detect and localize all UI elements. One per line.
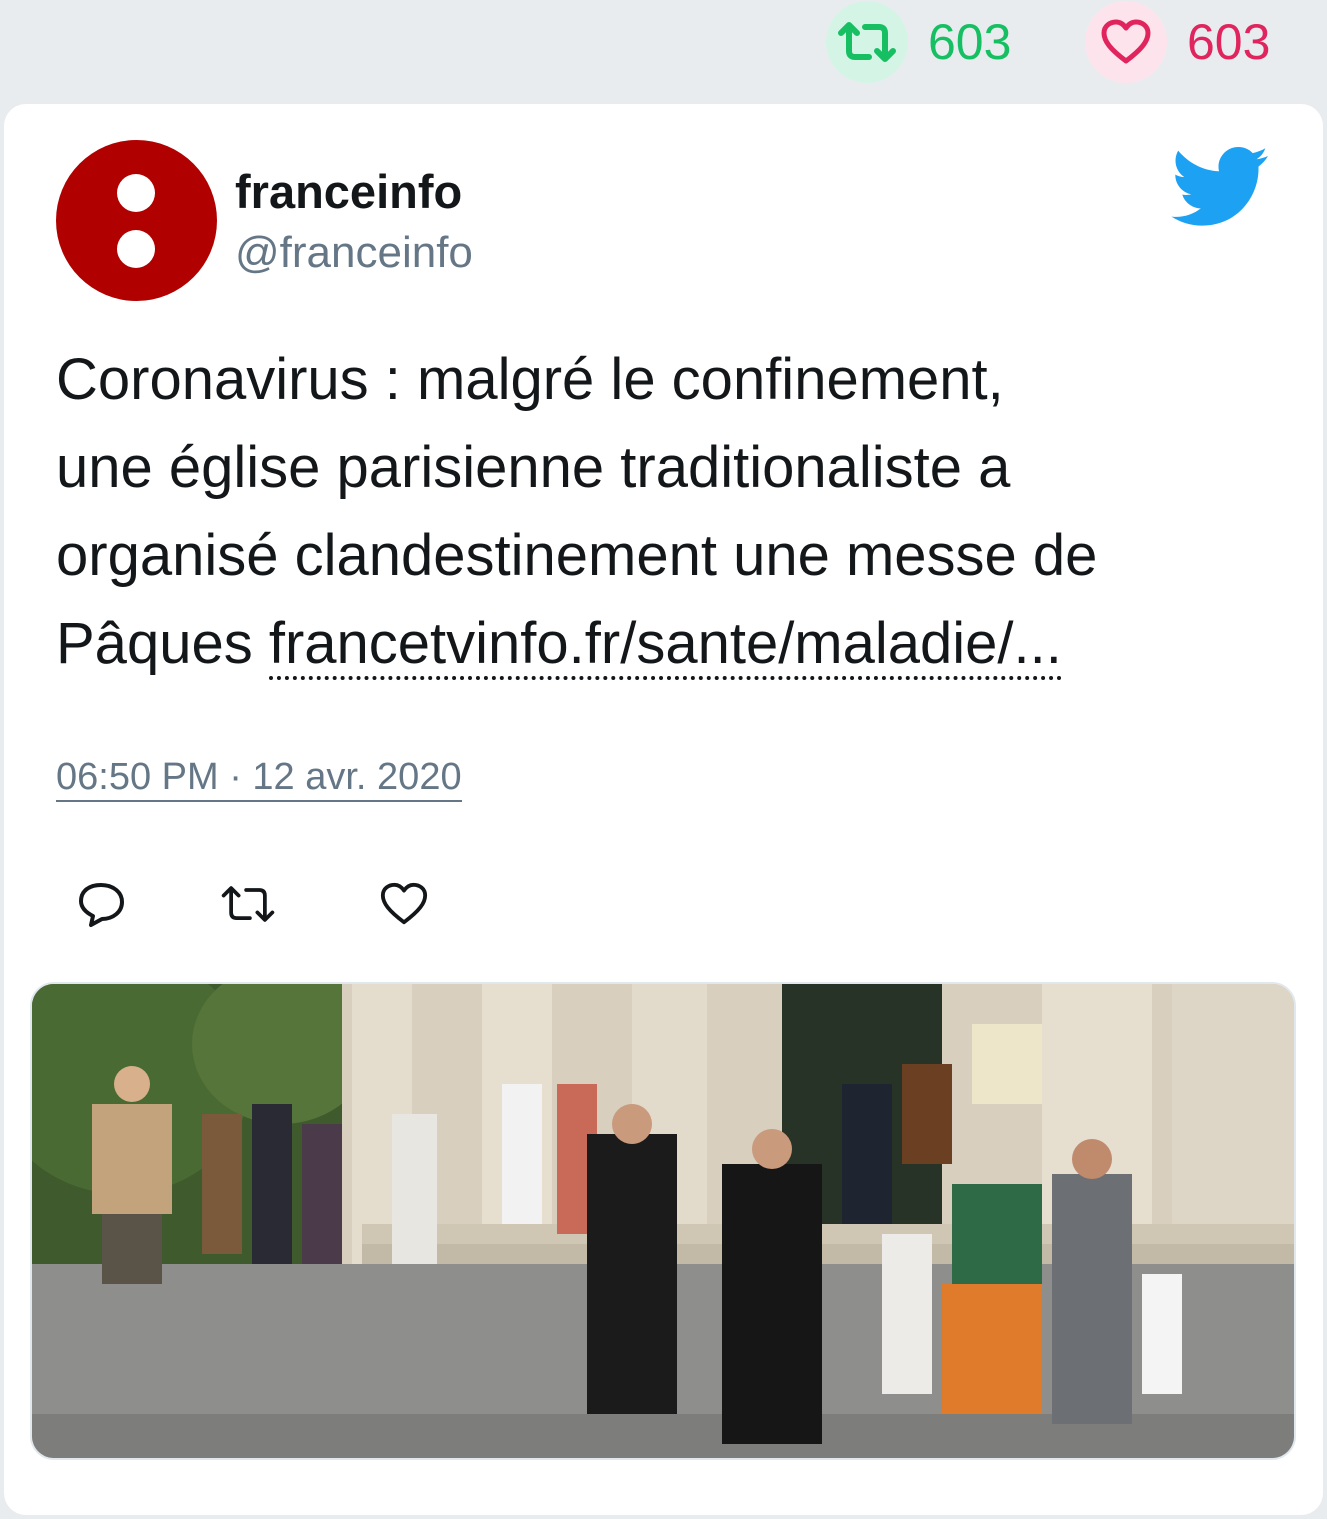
tweet-photo[interactable] xyxy=(30,982,1296,1460)
tweet-text: Coronavirus : malgré le confinement, une… xyxy=(56,336,1296,688)
retweet-button[interactable] xyxy=(218,874,278,934)
tweet-link[interactable]: francetvinfo.fr/sante/maladie/... xyxy=(268,611,1062,680)
tweet-text-line: une église parisienne traditionaliste a xyxy=(56,435,1011,500)
tweet-text-line: organisé clandestinement une messe de xyxy=(56,523,1098,588)
avatar-dot-bottom xyxy=(117,230,155,268)
retweet-icon xyxy=(221,886,275,922)
tweet-text-line: Coronavirus : malgré le confinement, xyxy=(56,347,1004,412)
avatar-dot-top xyxy=(117,174,155,212)
twitter-bird-icon[interactable] xyxy=(1170,146,1270,228)
retweet-icon[interactable] xyxy=(826,1,908,83)
author-name[interactable]: franceinfo xyxy=(235,164,462,219)
heart-icon xyxy=(380,882,428,925)
retweet-count: 603 xyxy=(928,14,1012,70)
heart-icon[interactable] xyxy=(1085,1,1167,83)
top-stats-bar: 603 603 xyxy=(0,0,1327,90)
reply-button[interactable] xyxy=(72,874,132,934)
like-button[interactable] xyxy=(374,874,434,934)
avatar[interactable] xyxy=(56,140,217,301)
like-stat[interactable]: 603 xyxy=(1085,0,1270,84)
tweet-text-line: Pâques francetvinfo.fr/sante/maladie/... xyxy=(56,600,1296,688)
like-count: 603 xyxy=(1187,14,1271,70)
tweet-timestamp[interactable]: 06:50 PM · 12 avr. 2020 xyxy=(56,754,462,802)
reply-icon xyxy=(79,883,124,927)
author-handle[interactable]: @franceinfo xyxy=(235,228,473,278)
tweet-text-prefix: Pâques xyxy=(56,611,269,676)
retweet-stat[interactable]: 603 xyxy=(826,0,1011,84)
tweet-card[interactable]: franceinfo @franceinfo Coronavirus : mal… xyxy=(4,104,1323,1515)
